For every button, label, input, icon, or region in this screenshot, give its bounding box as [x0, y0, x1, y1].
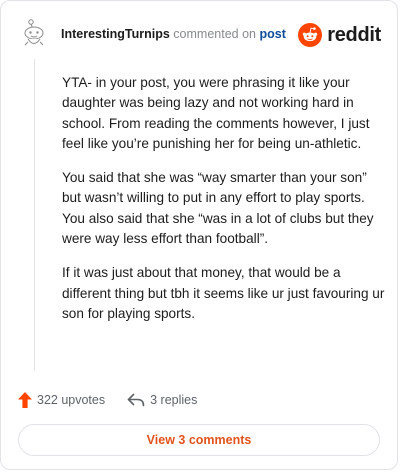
reddit-brand[interactable]: reddit: [298, 21, 381, 49]
reply-arrow-icon: [127, 393, 145, 407]
comment-paragraph: YTA- in your post, you were phrasing it …: [62, 75, 370, 151]
comment-card: InterestingTurnips commented on post red…: [0, 0, 398, 470]
view-comments-button[interactable]: View 3 comments: [18, 424, 380, 456]
reddit-logo-icon: [298, 23, 323, 47]
username-link[interactable]: InterestingTurnips: [61, 27, 170, 41]
snoo-avatar-icon[interactable]: [19, 18, 49, 50]
post-link[interactable]: post: [259, 27, 285, 41]
upvote-count: 322 upvotes: [37, 393, 106, 407]
comment-actions: 322 upvotes 3 replies: [18, 390, 197, 410]
reply-count: 3 replies: [150, 393, 198, 407]
upvote-arrow-icon: [18, 392, 32, 408]
comment-body: YTA- in your post, you were phrasing it …: [62, 73, 387, 338]
upvote-button[interactable]: 322 upvotes: [18, 392, 105, 408]
replies-button[interactable]: 3 replies: [127, 393, 197, 407]
comment-paragraph: You said that she was “way smarter than …: [62, 170, 374, 247]
action-text: commented on: [173, 27, 256, 41]
thread-line: [34, 59, 35, 371]
comment-byline: InterestingTurnips commented on post: [61, 27, 286, 41]
brand-wordmark: reddit: [327, 23, 381, 46]
comment-paragraph: If it was just about that money, that wo…: [62, 265, 385, 321]
comment-header: InterestingTurnips commented on post red…: [19, 18, 381, 52]
